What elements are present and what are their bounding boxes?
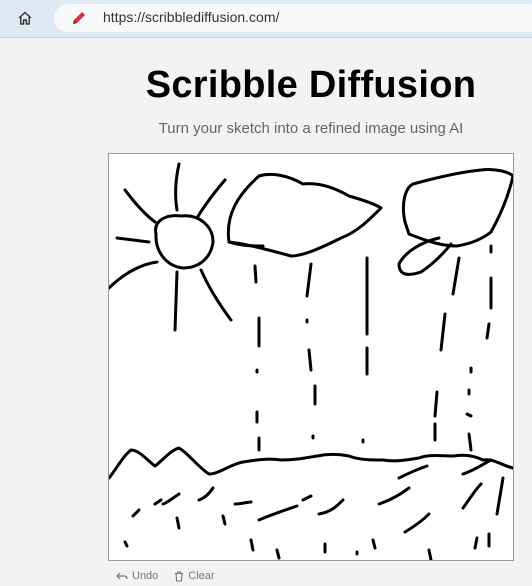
home-button[interactable] bbox=[12, 6, 38, 30]
clear-label: Clear bbox=[188, 570, 215, 582]
browser-toolbar: https://scribblediffusion.com/ bbox=[0, 0, 532, 38]
pencil-favicon-icon bbox=[73, 12, 85, 24]
home-icon bbox=[18, 11, 32, 25]
undo-button[interactable]: Undo bbox=[116, 570, 158, 582]
address-bar[interactable]: https://scribblediffusion.com/ bbox=[54, 4, 532, 32]
page-title: Scribble Diffusion bbox=[145, 64, 477, 106]
sketch-canvas[interactable] bbox=[107, 153, 515, 562]
clear-button[interactable]: Clear bbox=[174, 570, 215, 582]
url-text: https://scribblediffusion.com/ bbox=[103, 9, 280, 25]
undo-label: Undo bbox=[132, 570, 159, 582]
undo-icon bbox=[116, 572, 128, 580]
page-subtitle: Turn your sketch into a refined image us… bbox=[158, 120, 464, 137]
trash-icon bbox=[175, 570, 184, 582]
canvas-tools: Undo Clear bbox=[116, 570, 215, 582]
scribble-drawing bbox=[107, 162, 515, 562]
